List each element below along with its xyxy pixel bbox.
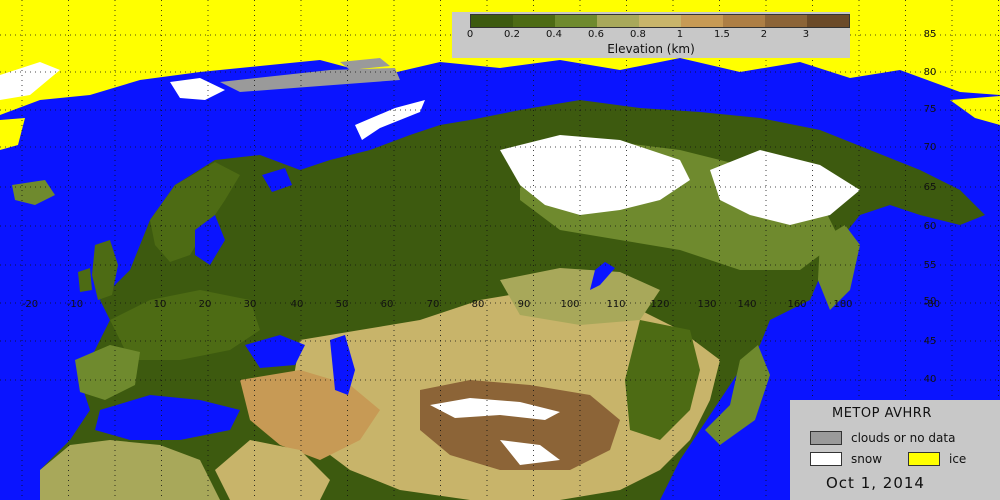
tick-label: 1.5 — [714, 29, 730, 40]
longitude-label: 160 — [787, 299, 806, 310]
snow-label: snow — [851, 452, 883, 466]
elevation-ticks: 0 0.2 0.4 0.6 0.8 1 1.5 2 3 — [466, 28, 848, 41]
elevation-swatch — [471, 15, 513, 27]
longitude-label: 140 — [737, 299, 756, 310]
tick-label: 0.2 — [504, 29, 520, 40]
longitude-label: 110 — [606, 299, 625, 310]
longitude-label: 30 — [244, 299, 257, 310]
tick-label: 3 — [802, 29, 810, 40]
longitude-label: -20 — [22, 299, 38, 310]
clouds-label: clouds or no data — [851, 431, 956, 445]
tick-label: 0.4 — [546, 29, 562, 40]
elevation-swatch — [765, 15, 807, 27]
longitude-label: 180 — [833, 299, 852, 310]
longitude-label: 70 — [427, 299, 440, 310]
longitude-label: 90 — [518, 299, 531, 310]
elevation-legend: 0 0.2 0.4 0.6 0.8 1 1.5 2 3 Elevation (k… — [452, 12, 850, 58]
tick-label: 0.8 — [630, 29, 646, 40]
elevation-swatch — [723, 15, 765, 27]
latitude-label: 65 — [924, 182, 937, 193]
elevation-swatch — [639, 15, 681, 27]
longitude-label: 40 — [291, 299, 304, 310]
longitude-label: 50 — [336, 299, 349, 310]
clouds-swatch — [810, 431, 842, 445]
latitude-label: 40 — [924, 374, 937, 385]
longitude-label: 100 — [560, 299, 579, 310]
satellite-label: METOP AVHRR — [832, 406, 932, 421]
ice-swatch — [908, 452, 940, 466]
legend-clouds: clouds or no data — [810, 431, 955, 445]
date-label: Oct 1, 2014 — [826, 474, 925, 492]
longitude-label: 80 — [472, 299, 485, 310]
map-legend: METOP AVHRR clouds or no data snow ice O… — [790, 400, 1000, 500]
longitude-label: -10 — [67, 299, 83, 310]
latitude-label: 60 — [924, 221, 937, 232]
elevation-swatch — [555, 15, 597, 27]
tick-label: 1 — [676, 29, 684, 40]
longitude-label: 130 — [697, 299, 716, 310]
elevation-swatch — [681, 15, 723, 27]
tick-label: 0 — [466, 29, 474, 40]
latitude-label: 50 — [924, 296, 937, 307]
longitude-label: 20 — [199, 299, 212, 310]
elevation-swatch — [807, 15, 849, 27]
latitude-label: 75 — [924, 104, 937, 115]
elevation-swatch — [597, 15, 639, 27]
legend-snow: snow — [810, 452, 882, 466]
ice-label: ice — [949, 452, 967, 466]
snow-swatch — [810, 452, 842, 466]
latitude-label: 55 — [924, 260, 937, 271]
latitude-label: 85 — [924, 29, 937, 40]
elevation-color-ramp — [470, 14, 850, 28]
longitude-label: 10 — [154, 299, 167, 310]
latitude-label: 45 — [924, 336, 937, 347]
tick-label: 0.6 — [588, 29, 604, 40]
longitude-label: 60 — [381, 299, 394, 310]
tick-label: 2 — [760, 29, 768, 40]
longitude-label: 120 — [650, 299, 669, 310]
latitude-label: 70 — [924, 142, 937, 153]
elevation-legend-title: Elevation (km) — [607, 42, 695, 56]
latitude-label: 80 — [924, 67, 937, 78]
legend-ice: ice — [908, 452, 966, 466]
elevation-swatch — [513, 15, 555, 27]
